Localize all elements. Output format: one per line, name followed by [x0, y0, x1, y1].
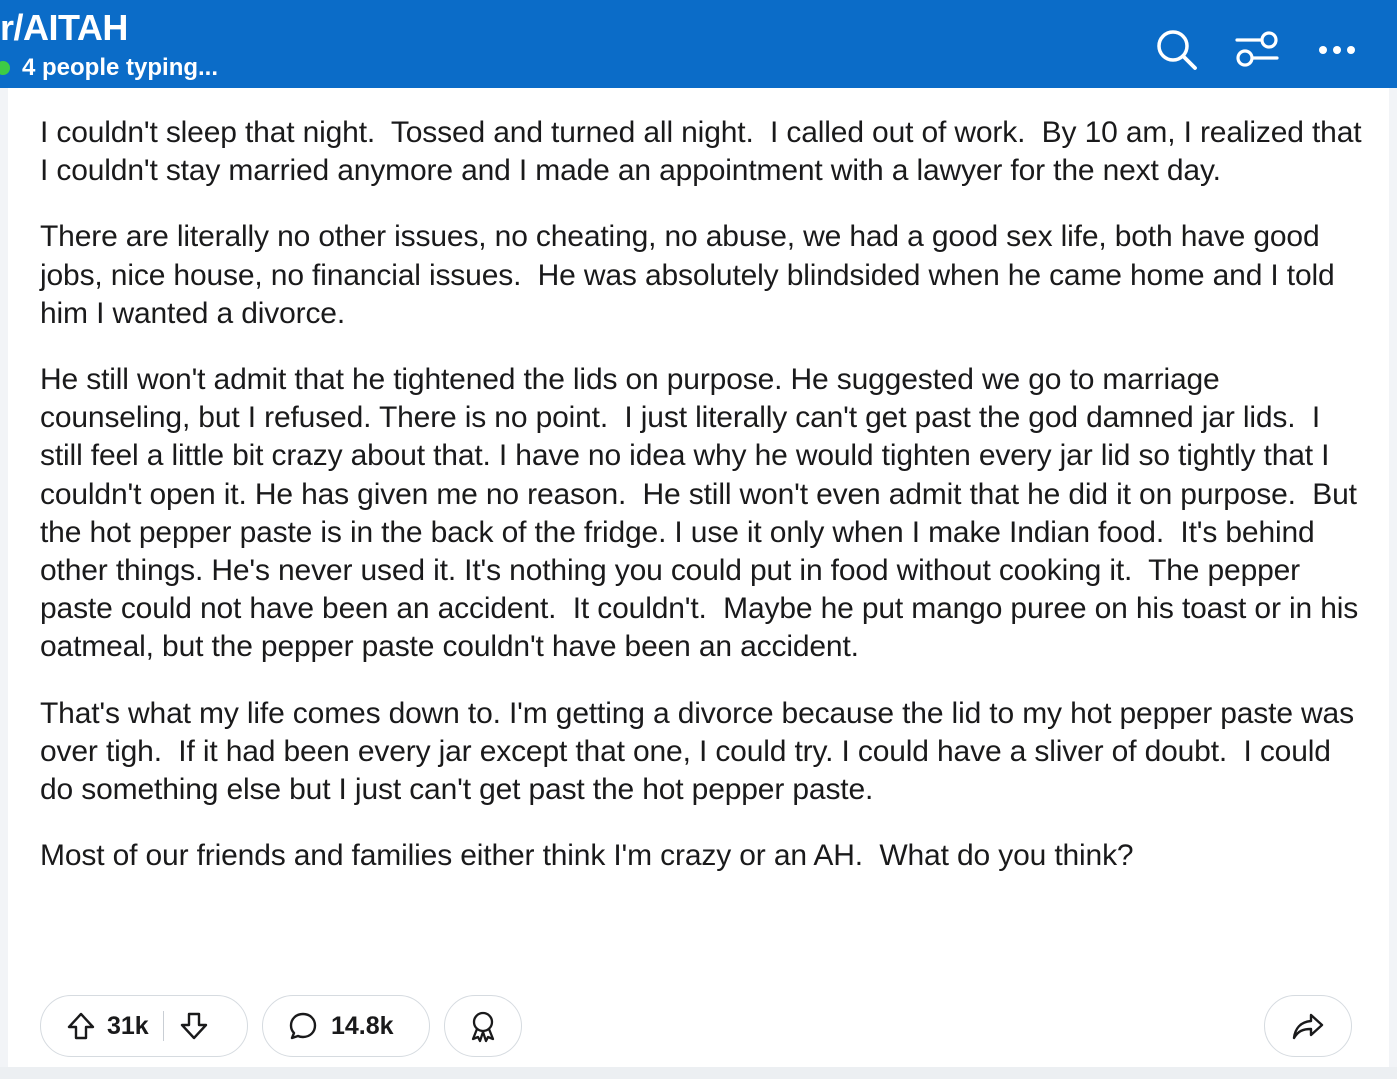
feed-bottom-edge: [0, 1067, 1397, 1079]
typing-status: 4 people typing...: [22, 54, 219, 81]
vote-divider: [162, 1011, 165, 1041]
share-icon: [1290, 1010, 1326, 1042]
filter-sliders-icon[interactable]: [1229, 22, 1285, 78]
comments-button[interactable]: 14.8k: [262, 995, 430, 1057]
post-paragraph: I couldn't sleep that night. Tossed and …: [40, 116, 1370, 188]
post-paragraph: That's what my life comes down to. I'm g…: [40, 696, 1363, 807]
award-icon: [466, 1009, 500, 1043]
post-body: I couldn't sleep that night. Tossed and …: [40, 114, 1370, 903]
more-options-icon[interactable]: [1309, 22, 1365, 78]
subreddit-name[interactable]: r/AITAH: [0, 8, 128, 48]
downvote-icon[interactable]: [178, 1010, 210, 1042]
online-dot-icon: [0, 61, 10, 75]
comment-icon: [287, 1010, 319, 1042]
post-paragraph: He still won't admit that he tightened t…: [40, 363, 1367, 664]
feed-background: I couldn't sleep that night. Tossed and …: [0, 88, 1397, 1067]
post-action-bar: 31k 14.8k: [8, 995, 1389, 1059]
post-paragraph: Most of our friends and families either …: [40, 839, 1134, 873]
search-icon[interactable]: [1149, 22, 1205, 78]
share-button[interactable]: [1264, 995, 1352, 1057]
typing-indicator: 4 people typing...: [0, 54, 218, 82]
award-button[interactable]: [444, 995, 522, 1057]
app-header: r/AITAH 4 people typing...: [0, 0, 1397, 88]
upvote-icon[interactable]: [65, 1010, 97, 1042]
post-card: I couldn't sleep that night. Tossed and …: [8, 88, 1389, 1067]
comment-count: 14.8k: [331, 1011, 394, 1040]
post-paragraph: There are literally no other issues, no …: [40, 220, 1343, 330]
upvote-count: 31k: [107, 1011, 149, 1040]
vote-pill: 31k: [40, 995, 248, 1057]
